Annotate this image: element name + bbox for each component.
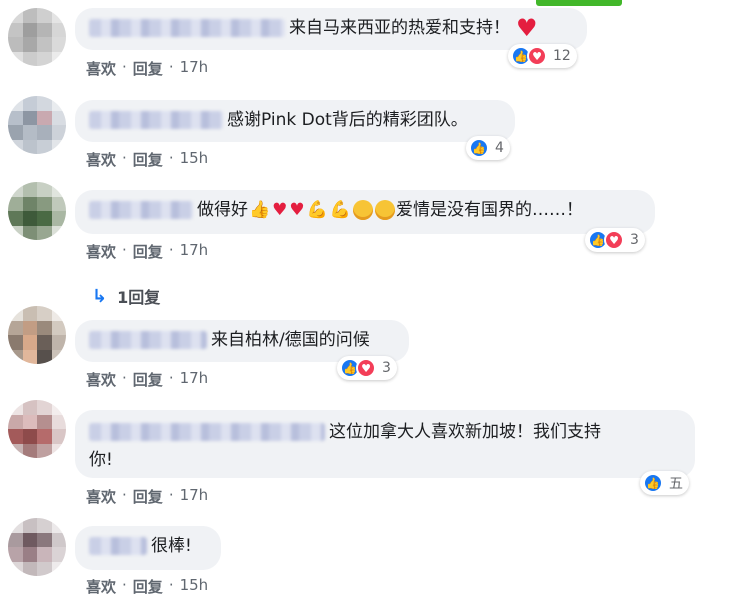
avatar[interactable] bbox=[8, 96, 66, 154]
avatar[interactable] bbox=[8, 518, 66, 576]
reply-button[interactable]: 回复 bbox=[133, 149, 163, 170]
reply-button[interactable]: 回复 bbox=[133, 576, 163, 597]
reaction-count: 12 bbox=[553, 48, 571, 64]
separator: · bbox=[122, 576, 127, 594]
comment-actions: 喜欢 · 回复 · 17h bbox=[86, 486, 208, 507]
comment-actions: 喜欢 · 回复 · 17h bbox=[86, 58, 208, 79]
comment-bubble: 这位加拿大人喜欢新加坡！我们支持 你! bbox=[75, 410, 695, 478]
partying-face-emoji bbox=[353, 200, 374, 220]
comment-text-line1: 这位加拿大人喜欢新加坡！我们支持 bbox=[329, 422, 601, 442]
comment-text: 感谢Pink Dot背后的精彩团队。 bbox=[227, 110, 468, 130]
comment-text-line2: 你! bbox=[89, 450, 113, 470]
reply-button[interactable]: 回复 bbox=[133, 486, 163, 507]
comment-bubble: 很棒! bbox=[75, 526, 221, 570]
comment-text: 来自马来西亚的热爱和支持！ bbox=[289, 18, 510, 38]
like-reaction-icon: 👍 bbox=[643, 473, 663, 493]
avatar[interactable] bbox=[8, 8, 66, 66]
like-button[interactable]: 喜欢 bbox=[86, 576, 116, 597]
author-name-blurred[interactable] bbox=[89, 423, 325, 441]
separator: · bbox=[168, 486, 174, 504]
flexed-biceps-emoji: 💪 bbox=[306, 200, 328, 220]
timestamp[interactable]: 15h bbox=[180, 149, 209, 170]
reply-count-label: 1回复 bbox=[117, 288, 161, 307]
reply-button[interactable]: 回复 bbox=[133, 369, 163, 390]
comment-bubble: 来自马来西亚的热爱和支持！ ♥ bbox=[75, 8, 587, 50]
comment-actions: 喜欢 · 回复 · 15h bbox=[86, 149, 208, 170]
comment-text-start: 做得好 bbox=[197, 200, 248, 220]
separator: · bbox=[168, 149, 174, 167]
heart-emoji: ♥ bbox=[272, 200, 288, 220]
comment-text: 来自柏林/德国的问候 bbox=[211, 330, 370, 350]
avatar[interactable] bbox=[8, 182, 66, 240]
view-replies-link[interactable]: ↳ 1回复 bbox=[92, 284, 160, 308]
heart-emoji: ♥ bbox=[289, 200, 305, 220]
author-name-blurred[interactable] bbox=[89, 201, 193, 219]
comment-text: 很棒! bbox=[151, 536, 192, 556]
comment-actions: 喜欢 · 回复 · 15h bbox=[86, 576, 208, 597]
reaction-summary[interactable]: 👍 4 bbox=[466, 136, 510, 160]
partying-face-emoji bbox=[375, 200, 396, 220]
separator: · bbox=[168, 369, 174, 387]
separator: · bbox=[122, 149, 127, 167]
separator: · bbox=[168, 241, 174, 259]
reply-button[interactable]: 回复 bbox=[133, 58, 163, 79]
author-name-blurred[interactable] bbox=[89, 537, 147, 555]
reaction-count: 4 bbox=[495, 140, 504, 156]
timestamp[interactable]: 15h bbox=[180, 576, 209, 597]
top-accent-bar bbox=[536, 0, 622, 6]
separator: · bbox=[122, 369, 127, 387]
love-reaction-icon: ♥ bbox=[604, 230, 624, 250]
author-name-blurred[interactable] bbox=[89, 111, 223, 129]
reaction-count: 五 bbox=[669, 476, 683, 492]
love-reaction-icon: ♥ bbox=[527, 46, 547, 66]
separator: · bbox=[168, 58, 174, 76]
reaction-summary[interactable]: 👍 ♥ 3 bbox=[337, 356, 397, 380]
separator: · bbox=[122, 58, 127, 76]
reply-arrow-icon: ↳ bbox=[92, 285, 108, 307]
timestamp[interactable]: 17h bbox=[180, 369, 209, 390]
like-button[interactable]: 喜欢 bbox=[86, 58, 116, 79]
love-reaction-icon: ♥ bbox=[356, 358, 376, 378]
separator: · bbox=[122, 241, 127, 259]
flexed-biceps-emoji: 💪 bbox=[329, 200, 352, 220]
like-reaction-icon: 👍 bbox=[469, 138, 489, 158]
comment-bubble: 做得好👍 ♥ ♥ 💪 💪 爱情是没有国界的……！ bbox=[75, 190, 655, 234]
separator: · bbox=[122, 486, 127, 504]
comment-actions: 喜欢 · 回复 · 17h bbox=[86, 369, 208, 390]
author-name-blurred[interactable] bbox=[89, 331, 207, 349]
reply-button[interactable]: 回复 bbox=[133, 241, 163, 262]
heart-emoji: ♥ bbox=[516, 14, 538, 42]
author-name-blurred[interactable] bbox=[89, 19, 285, 37]
avatar[interactable] bbox=[8, 400, 66, 458]
comment-bubble: 感谢Pink Dot背后的精彩团队。 bbox=[75, 100, 515, 142]
reaction-summary[interactable]: 👍 ♥ 3 bbox=[585, 228, 645, 252]
comment-text-end: 爱情是没有国界的……！ bbox=[396, 200, 584, 220]
like-button[interactable]: 喜欢 bbox=[86, 486, 116, 507]
like-button[interactable]: 喜欢 bbox=[86, 241, 116, 262]
thumbs-up-emoji: 👍 bbox=[249, 200, 271, 220]
reaction-summary[interactable]: 👍 ♥ 12 bbox=[508, 44, 577, 68]
avatar[interactable] bbox=[8, 306, 66, 364]
reaction-count: 3 bbox=[630, 232, 639, 248]
timestamp[interactable]: 17h bbox=[180, 241, 209, 262]
timestamp[interactable]: 17h bbox=[180, 58, 209, 79]
timestamp[interactable]: 17h bbox=[180, 486, 209, 507]
like-button[interactable]: 喜欢 bbox=[86, 149, 116, 170]
reaction-summary[interactable]: 👍 五 bbox=[640, 471, 689, 495]
separator: · bbox=[168, 576, 174, 594]
like-button[interactable]: 喜欢 bbox=[86, 369, 116, 390]
reaction-count: 3 bbox=[382, 360, 391, 376]
comment-actions: 喜欢 · 回复 · 17h bbox=[86, 241, 208, 262]
